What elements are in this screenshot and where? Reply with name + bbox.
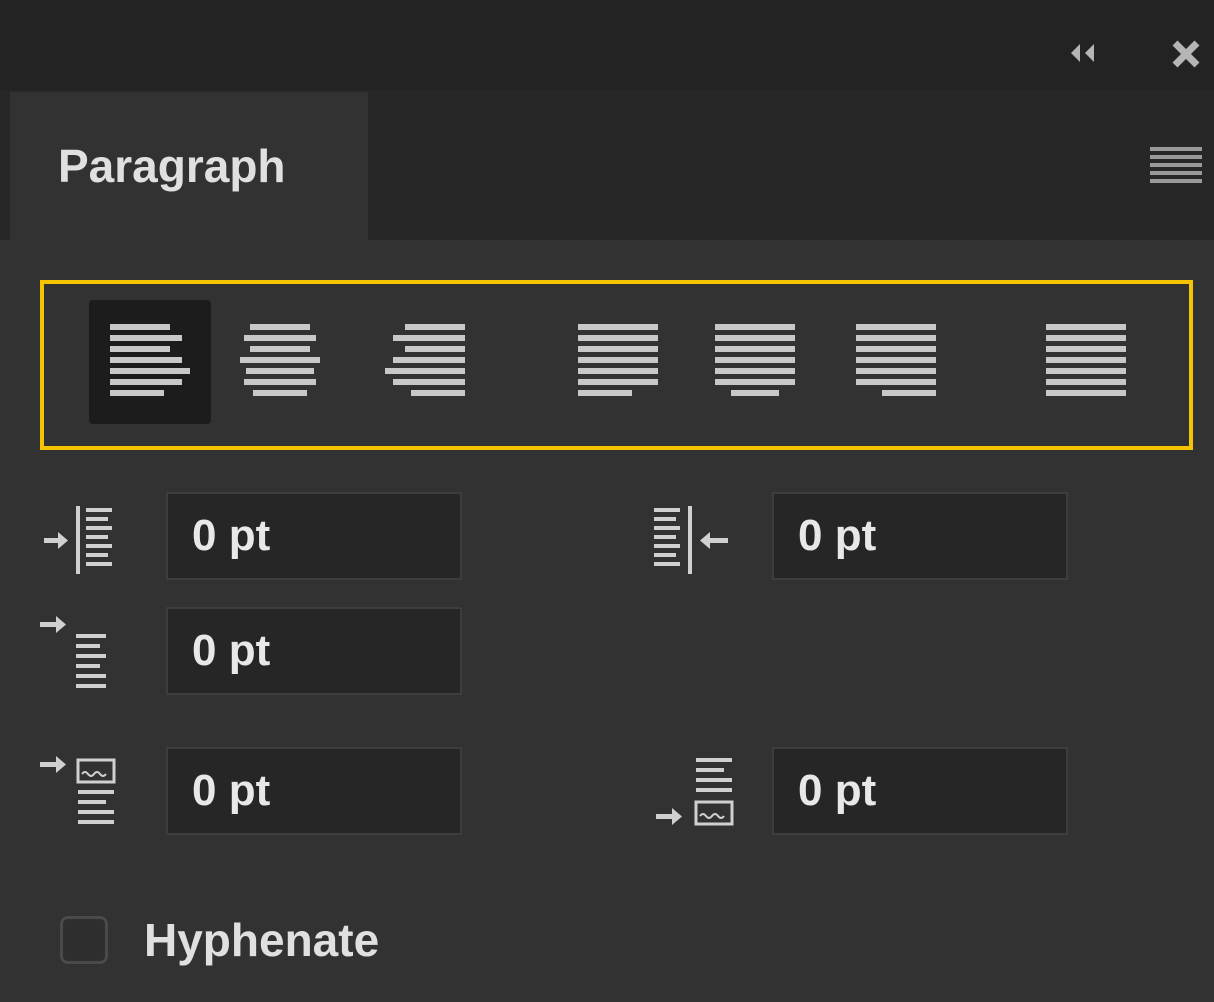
justify-last-right-icon	[856, 324, 936, 396]
close-icon	[1172, 40, 1200, 68]
left-indent-value: 0 pt	[192, 511, 271, 560]
justify-last-left-button[interactable]	[557, 300, 679, 424]
first-line-indent-field[interactable]: 0 pt	[166, 607, 462, 695]
align-center-icon	[240, 324, 320, 396]
justify-all-button[interactable]	[1025, 300, 1147, 424]
panel-title-bar	[0, 0, 1214, 90]
space-after-icon	[648, 752, 748, 836]
align-center-button[interactable]	[219, 300, 341, 424]
align-left-button[interactable]	[89, 300, 211, 424]
double-chevron-left-icon	[1071, 44, 1094, 62]
tab-paragraph[interactable]: Paragraph	[10, 92, 368, 242]
space-before-value: 0 pt	[192, 766, 271, 815]
panel-menu-button[interactable]	[1146, 140, 1206, 190]
tab-label: Paragraph	[58, 140, 286, 192]
justify-last-center-button[interactable]	[694, 300, 816, 424]
collapse-panel-button[interactable]	[1066, 36, 1100, 70]
align-right-icon	[385, 324, 465, 396]
hyphenate-checkbox[interactable]	[60, 916, 108, 964]
space-before-field[interactable]: 0 pt	[166, 747, 462, 835]
justify-last-center-icon	[715, 324, 795, 396]
justify-last-left-icon	[578, 324, 658, 396]
right-indent-icon	[648, 500, 748, 580]
first-line-indent-icon	[36, 612, 136, 696]
align-left-icon	[110, 324, 190, 396]
left-indent-icon	[40, 500, 136, 580]
left-indent-field[interactable]: 0 pt	[166, 492, 462, 580]
right-indent-field[interactable]: 0 pt	[772, 492, 1068, 580]
justify-last-right-button[interactable]	[835, 300, 957, 424]
space-after-value: 0 pt	[798, 766, 877, 815]
right-indent-value: 0 pt	[798, 511, 877, 560]
justify-all-icon	[1046, 324, 1126, 396]
space-after-field[interactable]: 0 pt	[772, 747, 1068, 835]
first-line-indent-value: 0 pt	[192, 626, 271, 675]
close-panel-button[interactable]	[1168, 36, 1204, 72]
hamburger-menu-icon	[1150, 147, 1202, 183]
align-right-button[interactable]	[364, 300, 486, 424]
space-before-icon	[36, 752, 136, 836]
hyphenate-label: Hyphenate	[144, 914, 380, 966]
